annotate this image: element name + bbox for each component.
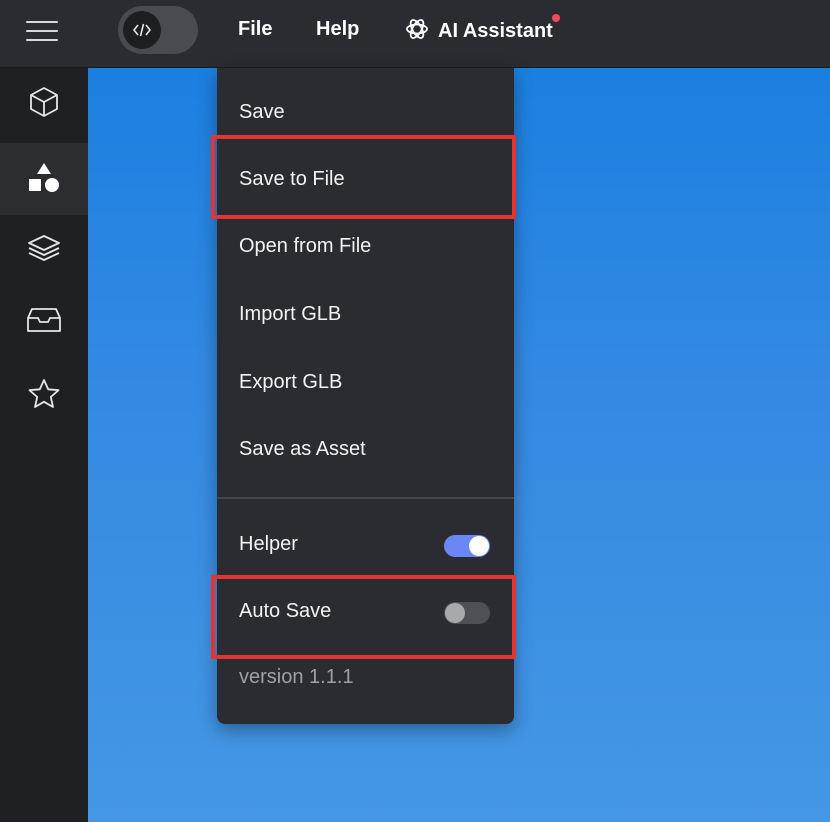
code-icon bbox=[123, 11, 161, 49]
top-bar: File Help AI Assistant bbox=[0, 0, 830, 68]
file-dropdown-menu: Save Save to File Open from File Import … bbox=[217, 68, 514, 724]
cube-icon bbox=[27, 85, 61, 124]
menu-item-save-to-file[interactable]: Save to File bbox=[217, 146, 514, 213]
toggle-label: Helper bbox=[239, 533, 298, 555]
sidebar-item-inbox[interactable] bbox=[0, 286, 88, 358]
sidebar-item-layers[interactable] bbox=[0, 214, 88, 286]
menu-item-save-as-asset[interactable]: Save as Asset bbox=[217, 416, 514, 483]
toggle-label: Auto Save bbox=[239, 600, 332, 622]
menu-item-export-glb[interactable]: Export GLB bbox=[217, 349, 514, 416]
menu-item-label: Save to File bbox=[239, 168, 345, 190]
shapes-icon bbox=[27, 160, 61, 199]
menu-item-label: Save as Asset bbox=[239, 438, 366, 460]
help-menu-button[interactable]: Help bbox=[316, 18, 359, 41]
openai-icon bbox=[404, 16, 430, 47]
inbox-icon bbox=[26, 305, 62, 340]
menu-item-helper[interactable]: Helper bbox=[217, 511, 514, 578]
menu-item-import-glb[interactable]: Import GLB bbox=[217, 281, 514, 348]
menu-item-label: Save bbox=[239, 101, 285, 123]
menu-item-auto-save[interactable]: Auto Save bbox=[217, 578, 514, 645]
menu-item-open-from-file[interactable]: Open from File bbox=[217, 213, 514, 280]
left-sidebar bbox=[0, 68, 88, 822]
ai-assistant-label: AI Assistant bbox=[438, 19, 553, 42]
menu-item-label: Export GLB bbox=[239, 371, 343, 393]
star-icon bbox=[26, 377, 62, 416]
layers-icon bbox=[26, 233, 62, 268]
sidebar-item-objects[interactable] bbox=[0, 68, 88, 140]
notification-dot bbox=[552, 14, 560, 22]
file-menu-button[interactable]: File bbox=[238, 18, 272, 41]
code-view-toggle[interactable] bbox=[118, 6, 198, 54]
helper-toggle-switch[interactable] bbox=[444, 535, 490, 557]
sidebar-item-favorites[interactable] bbox=[0, 360, 88, 432]
version-label: version 1.1.1 bbox=[239, 666, 354, 688]
auto-save-toggle-switch[interactable] bbox=[444, 602, 490, 624]
menu-item-save[interactable]: Save bbox=[217, 79, 514, 146]
menu-divider bbox=[217, 497, 514, 499]
ai-assistant-button[interactable]: AI Assistant bbox=[404, 14, 560, 47]
menu-item-label: Import GLB bbox=[239, 303, 342, 325]
hamburger-menu-icon[interactable] bbox=[26, 18, 58, 44]
menu-item-label: Open from File bbox=[239, 235, 372, 257]
sidebar-item-shapes[interactable] bbox=[0, 143, 88, 215]
